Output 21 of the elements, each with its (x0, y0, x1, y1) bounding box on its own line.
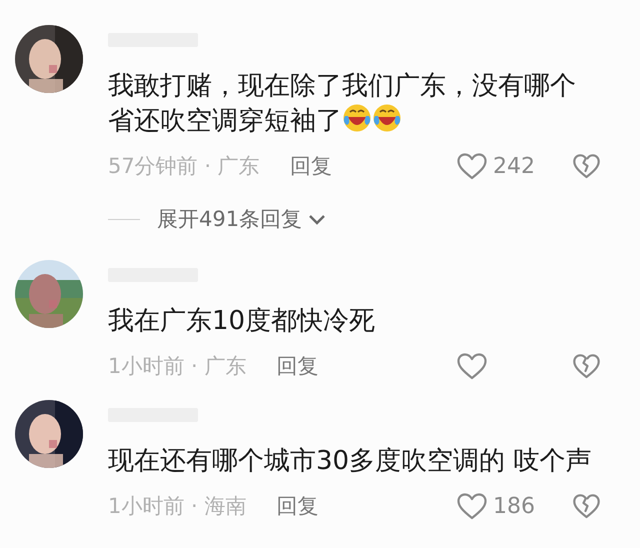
laughing-crying-emoji-icon (342, 103, 372, 133)
chevron-down-icon (308, 214, 326, 224)
heart-icon[interactable] (457, 352, 487, 380)
heart-icon[interactable] (457, 152, 487, 180)
laughing-crying-emoji-icon (372, 103, 402, 133)
like-count: 186 (493, 494, 535, 518)
reply-button[interactable]: 回复 (276, 352, 318, 380)
comment-time-location: 57分钟前 · 广东 (108, 153, 260, 180)
broken-heart-icon[interactable] (573, 354, 600, 378)
heart-icon[interactable] (457, 492, 487, 520)
comment-text: 我在广东10度都快冷死 (108, 305, 376, 338)
broken-heart-icon[interactable] (573, 494, 600, 518)
like-count: 242 (493, 154, 535, 178)
broken-heart-icon[interactable] (573, 154, 600, 178)
expand-replies-button[interactable]: 展开491条回复 (157, 205, 326, 233)
reply-button[interactable]: 回复 (276, 492, 318, 520)
comment-time-location: 1小时前 · 广东 (108, 353, 246, 380)
comment-text: 我敢打赌，现在除了我们广东，没有哪个省还吹空调穿短袖了 (108, 70, 577, 138)
reply-button[interactable]: 回复 (290, 152, 332, 180)
comment-time-location: 1小时前 · 海南 (108, 493, 246, 520)
comment-text: 现在还有哪个城市30多度吹空调的 吱个声 (108, 445, 592, 478)
